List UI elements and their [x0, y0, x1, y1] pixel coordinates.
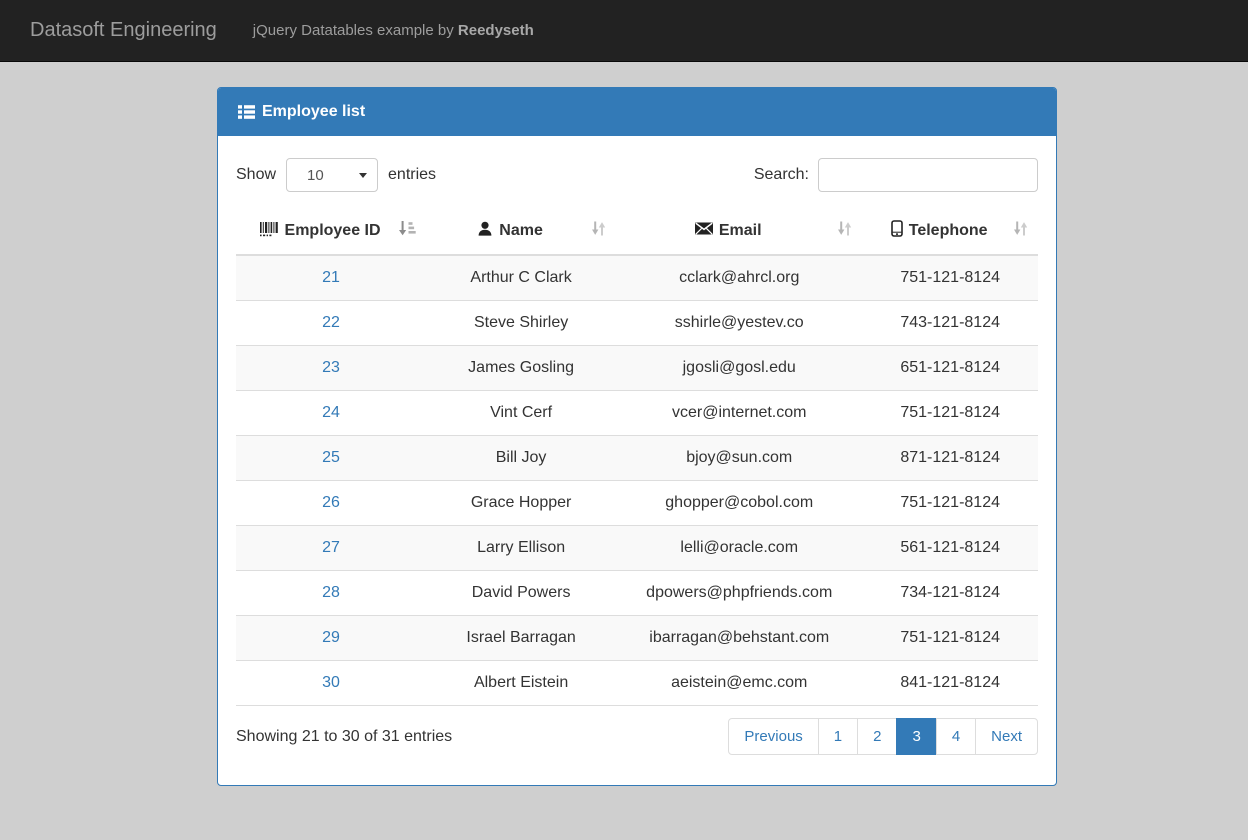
employee-id-link[interactable]: 25: [322, 449, 340, 466]
column-label: Employee ID: [285, 222, 381, 240]
user-icon: [477, 221, 493, 242]
employee-panel: Employee list Show 10 entries Search:: [217, 87, 1057, 786]
subtitle-prefix: jQuery Datatables example by: [253, 22, 458, 39]
name-cell: Grace Hopper: [426, 481, 616, 526]
barcode-icon: [260, 221, 279, 242]
pagination-page-1[interactable]: 1: [819, 718, 858, 755]
navbar: Datasoft Engineering jQuery Datatables e…: [0, 0, 1248, 62]
table-row: 23 James Gosling jgosli@gosl.edu 651-121…: [236, 346, 1038, 391]
column-header-email[interactable]: Email: [616, 208, 862, 255]
pagination-page-4[interactable]: 4: [937, 718, 976, 755]
table-footer: Showing 21 to 30 of 31 entries Previous …: [236, 718, 1038, 755]
employee-id-link[interactable]: 21: [322, 269, 340, 286]
entries-select-wrap: 10: [286, 158, 378, 192]
table-row: 30 Albert Eistein aeistein@emc.com 841-1…: [236, 661, 1038, 706]
employee-id-link[interactable]: 22: [322, 314, 340, 331]
search-control: Search:: [754, 158, 1038, 192]
sort-amount-asc-icon: [398, 220, 416, 242]
email-cell: lelli@oracle.com: [616, 526, 862, 571]
table-controls: Show 10 entries Search:: [236, 158, 1038, 192]
table-header-row: Employee ID: [236, 208, 1038, 255]
name-cell: Albert Eistein: [426, 661, 616, 706]
sort-both-icon: [837, 221, 852, 242]
phone-cell: 561-121-8124: [862, 526, 1038, 571]
name-cell: James Gosling: [426, 346, 616, 391]
email-cell: ghopper@cobol.com: [616, 481, 862, 526]
phone-cell: 751-121-8124: [862, 616, 1038, 661]
phone-cell: 751-121-8124: [862, 255, 1038, 301]
panel-heading: Employee list: [218, 88, 1056, 136]
name-cell: Arthur C Clark: [426, 255, 616, 301]
email-cell: dpowers@phpfriends.com: [616, 571, 862, 616]
employee-id-link[interactable]: 30: [322, 674, 340, 691]
sort-both-icon: [1013, 221, 1028, 242]
phone-cell: 751-121-8124: [862, 391, 1038, 436]
column-label: Name: [499, 222, 543, 240]
name-cell: David Powers: [426, 571, 616, 616]
name-cell: Bill Joy: [426, 436, 616, 481]
email-cell: vcer@internet.com: [616, 391, 862, 436]
email-cell: jgosli@gosl.edu: [616, 346, 862, 391]
table-row: 28 David Powers dpowers@phpfriends.com 7…: [236, 571, 1038, 616]
table-row: 25 Bill Joy bjoy@sun.com 871-121-8124: [236, 436, 1038, 481]
showing-entries-info: Showing 21 to 30 of 31 entries: [236, 728, 452, 746]
name-cell: Israel Barragan: [426, 616, 616, 661]
table-row: 24 Vint Cerf vcer@internet.com 751-121-8…: [236, 391, 1038, 436]
email-cell: bjoy@sun.com: [616, 436, 862, 481]
employee-id-link[interactable]: 24: [322, 404, 340, 421]
column-header-name[interactable]: Name: [426, 208, 616, 255]
envelope-icon: [695, 222, 713, 240]
name-cell: Vint Cerf: [426, 391, 616, 436]
sort-both-icon: [591, 221, 606, 242]
column-header-telephone[interactable]: Telephone: [862, 208, 1038, 255]
table-row: 21 Arthur C Clark cclark@ahrcl.org 751-1…: [236, 255, 1038, 301]
entries-select[interactable]: 10: [286, 158, 378, 192]
email-cell: cclark@ahrcl.org: [616, 255, 862, 301]
table-row: 22 Steve Shirley sshirle@yestev.co 743-1…: [236, 301, 1038, 346]
table-row: 26 Grace Hopper ghopper@cobol.com 751-12…: [236, 481, 1038, 526]
phone-cell: 743-121-8124: [862, 301, 1038, 346]
phone-cell: 841-121-8124: [862, 661, 1038, 706]
navbar-subtitle: jQuery Datatables example by Reedyseth: [253, 22, 534, 39]
employee-id-link[interactable]: 27: [322, 539, 340, 556]
search-label: Search:: [754, 166, 809, 184]
entries-label: entries: [388, 166, 436, 184]
phone-cell: 734-121-8124: [862, 571, 1038, 616]
brand-link[interactable]: Datasoft Engineering: [0, 19, 217, 42]
pagination-next[interactable]: Next: [976, 718, 1038, 755]
employee-table: Employee ID: [236, 208, 1038, 706]
phone-cell: 751-121-8124: [862, 481, 1038, 526]
phone-cell: 651-121-8124: [862, 346, 1038, 391]
email-cell: ibarragan@behstant.com: [616, 616, 862, 661]
column-label: Email: [719, 222, 762, 240]
email-cell: aeistein@emc.com: [616, 661, 862, 706]
subtitle-author: Reedyseth: [458, 22, 534, 39]
column-header-employee-id[interactable]: Employee ID: [236, 208, 426, 255]
pagination-previous[interactable]: Previous: [728, 718, 818, 755]
page-length-control: Show 10 entries: [236, 158, 436, 192]
search-input[interactable]: [818, 158, 1038, 192]
name-cell: Larry Ellison: [426, 526, 616, 571]
email-cell: sshirle@yestev.co: [616, 301, 862, 346]
column-label: Telephone: [909, 222, 988, 240]
phone-cell: 871-121-8124: [862, 436, 1038, 481]
panel-body: Show 10 entries Search:: [218, 136, 1056, 785]
pagination: Previous 1 2 3 4 Next: [728, 718, 1038, 755]
show-label: Show: [236, 166, 276, 184]
mobile-icon: [891, 220, 903, 242]
table-row: 27 Larry Ellison lelli@oracle.com 561-12…: [236, 526, 1038, 571]
th-list-icon: [238, 105, 255, 119]
table-row: 29 Israel Barragan ibarragan@behstant.co…: [236, 616, 1038, 661]
pagination-page-2[interactable]: 2: [858, 718, 897, 755]
employee-id-link[interactable]: 29: [322, 629, 340, 646]
employee-id-link[interactable]: 28: [322, 584, 340, 601]
name-cell: Steve Shirley: [426, 301, 616, 346]
employee-id-link[interactable]: 23: [322, 359, 340, 376]
pagination-page-3[interactable]: 3: [897, 718, 936, 755]
employee-id-link[interactable]: 26: [322, 494, 340, 511]
panel-title: Employee list: [262, 103, 365, 121]
